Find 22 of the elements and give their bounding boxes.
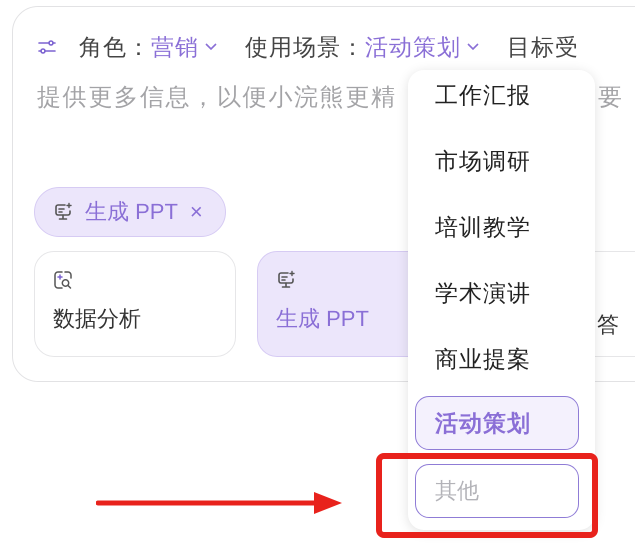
other-input-field[interactable]: 其他: [415, 464, 579, 518]
chevron-down-icon: [205, 43, 217, 51]
menu-option[interactable]: 工作汇报: [415, 70, 579, 128]
skill-label: 数据分析: [53, 305, 142, 333]
field-dropdown[interactable]: 营销: [151, 32, 217, 62]
field-label: 角色：: [79, 32, 151, 62]
tag-label: 生成 PPT: [85, 198, 178, 226]
chevron-down-icon: [467, 43, 479, 51]
skill-label: 生成 PPT: [276, 305, 370, 333]
field-dropdown[interactable]: 活动策划: [365, 32, 479, 62]
menu-option[interactable]: 市场调研: [415, 128, 579, 194]
monitor-sparkle-icon: [276, 270, 296, 290]
skill-card[interactable]: 数据分析: [34, 251, 236, 357]
menu-option[interactable]: 活动策划: [415, 396, 579, 450]
prompt-input-field[interactable]: 提供更多信息，以便小浣熊更精: [37, 81, 402, 113]
prompt-input-field[interactable]: 要: [598, 81, 624, 113]
search-sparkle-icon: [53, 270, 73, 290]
skill-label: 答: [597, 311, 620, 339]
field-label: 使用场景：: [245, 32, 365, 62]
monitor-sparkle-icon: [53, 202, 73, 222]
close-icon[interactable]: ×: [190, 199, 203, 225]
field-label: 目标受: [507, 32, 579, 62]
